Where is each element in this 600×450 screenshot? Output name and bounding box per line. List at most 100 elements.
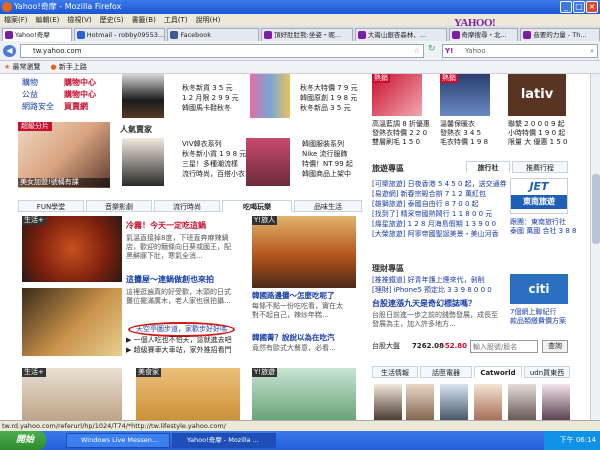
quote-input[interactable] (470, 340, 538, 353)
product-photo[interactable] (474, 384, 502, 424)
shop-text[interactable]: 秋冬大特價 7 9 元 (300, 84, 358, 93)
tab-food[interactable]: 吃喝玩樂 (222, 200, 292, 212)
shop-text[interactable]: 流行時尚，百搭小衣 (182, 170, 245, 179)
minimize-button[interactable]: _ (560, 1, 572, 13)
tab-fashion[interactable]: 流行時尚 (154, 200, 220, 212)
product-photo[interactable] (542, 384, 570, 424)
shop-text[interactable]: 1 2 月限 2 9 9 元 (182, 94, 239, 103)
finance-news[interactable]: [理財] iPhone5 預定比 3 3 9 8 0 0 0 (372, 286, 492, 295)
vertical-scrollbar[interactable] (590, 74, 600, 427)
travel-item[interactable]: [燦星旅遊] 1 2 8 月海島假期 1 3 9 0 0 (372, 220, 496, 229)
tab-yahoo[interactable]: Yahoo!奇摩 (2, 28, 72, 41)
start-button[interactable]: 開始 (0, 431, 46, 450)
circled-link[interactable]: 天空亭圖步道，家歡步好好嗎 (128, 322, 235, 337)
shop-text[interactable]: 韓國原創 1 9 8 元 (300, 94, 357, 103)
tab-music[interactable]: 音樂影劇 (86, 200, 152, 212)
story-photo-street-food[interactable] (252, 216, 356, 288)
product-line[interactable]: 發熱衣 3 4 5 (440, 129, 481, 138)
finance-news[interactable]: [推推鐵道] 好青年護上煙來代，剝削 (372, 276, 485, 285)
travel-item[interactable]: [易遊網] 新春宗殿合辦 7 1 2 萬紅包 (372, 190, 486, 199)
menu-bookmarks[interactable]: 書籤(B) (132, 14, 156, 26)
finance-headline[interactable]: 台股連漲九天是奇幻標誌嗎？ (372, 298, 476, 309)
tab-facebook[interactable]: Facebook (167, 28, 260, 41)
shop-text[interactable]: 三星！多種潮流樣 (182, 160, 238, 169)
tab-fun-school[interactable]: FUN學堂 (18, 200, 84, 212)
taskbar-firefox[interactable]: Yahoo!奇摩 - Mozilla ... (172, 433, 276, 448)
tab-recommended-trip[interactable]: 推薦行程 (512, 161, 568, 173)
lativ-logo[interactable]: lativ (508, 74, 566, 116)
jet-line[interactable]: 跟團：東南旅行社 (510, 218, 566, 227)
reload-icon[interactable]: ↻ (428, 44, 436, 54)
story-photo-hotpot[interactable] (22, 216, 122, 282)
product-line[interactable]: 毛衣特價 1 9 8 (440, 138, 488, 147)
tab-udn-shop[interactable]: udn買東西 (524, 366, 570, 378)
story-title[interactable]: 韓國路邊攤～怎麼吃呢了 (252, 290, 335, 301)
product-photo[interactable] (122, 138, 164, 186)
citi-ad[interactable]: citi (510, 274, 568, 304)
product-line[interactable]: 限量 大 優惠 1 5 0 (508, 138, 568, 147)
shop-text[interactable]: VIV韓衣系列 (182, 140, 222, 149)
left-link-6[interactable]: 買賣網 (64, 100, 88, 113)
story-title[interactable]: 這攤屋～連鍋做創也來拍 (126, 274, 214, 285)
promo-caption[interactable]: 美女加盟!號稱有課 (18, 178, 110, 187)
travel-item[interactable]: [雄獅旅遊] 泰國自由行 8 7 0 0 起 (372, 200, 479, 209)
shop-text[interactable]: 韓國馬卡鞋秋冬 (182, 104, 231, 113)
left-link-3[interactable]: 網路安全 (22, 100, 54, 113)
shop-text[interactable]: 特價！NT 99 起 (302, 160, 353, 169)
menu-history[interactable]: 歷史(S) (100, 14, 124, 26)
menu-help[interactable]: 說明(H) (196, 14, 221, 26)
magnifier-icon[interactable]: ⌕ (590, 45, 594, 57)
product-photo[interactable] (122, 74, 164, 118)
tab-blog-3[interactable]: 音要的力量 - Th... (520, 28, 600, 41)
citi-line[interactable]: 7個網上聯紀行 (510, 308, 556, 317)
shop-text[interactable]: 秋冬新小貨 1 9 8 元 (182, 150, 246, 159)
product-photo[interactable] (250, 74, 290, 118)
star-icon[interactable]: ☆ (414, 45, 420, 57)
quote-button[interactable]: 查詢 (542, 340, 568, 353)
menu-file[interactable]: 檔案(F) (4, 14, 28, 26)
tab-blog-2[interactable]: 大崙山銀杏森林、... (354, 28, 447, 41)
story-title[interactable]: 冷霧！今天一定吃這鍋 (126, 220, 206, 231)
menu-edit[interactable]: 編輯(E) (36, 14, 60, 26)
tab-travel-agency[interactable]: 旅行社 (466, 161, 510, 173)
product-line[interactable]: 發熱衣特價 2 2 0 (372, 129, 427, 138)
citi-line[interactable]: 款品類繳費價方案 (510, 317, 566, 326)
story-photo-tofu[interactable] (22, 288, 122, 356)
shop-text[interactable]: 韓國服裝系列 (302, 140, 344, 149)
menu-tools[interactable]: 工具(T) (164, 14, 188, 26)
shop-text[interactable]: Nike 流行服飾 (302, 150, 348, 159)
maximize-button[interactable]: □ (573, 1, 585, 13)
list-item[interactable]: ▶ 一個人吃也不怕天，這就進去吧 (126, 336, 232, 345)
travel-item[interactable]: [可樂旅遊] 日夜香港 5 4 5 0 起，送交通券 (372, 180, 507, 189)
product-photo[interactable] (440, 384, 468, 424)
tab-hotmail[interactable]: Hotmail - robby09553.... (73, 28, 166, 41)
jet-line[interactable]: 泰國 萬國 合社 3 8 8 0 0 起 (510, 227, 576, 236)
product-line[interactable]: 聯繫 2 0 0 0 9 起 (508, 120, 565, 129)
back-icon[interactable]: ◀ (3, 45, 16, 57)
tab-catworld[interactable]: Catworld (474, 366, 522, 378)
bookmark-getting-started[interactable]: ● 新手上路 (51, 61, 87, 73)
tab-search[interactable]: 奇摩搜尋・北... (448, 28, 519, 41)
bookmark-most-visited[interactable]: ★ 最常瀏覽 (4, 61, 41, 73)
tab-life-info[interactable]: 生活情報 (372, 366, 418, 378)
shop-text[interactable]: 韓國商品上架中 (302, 170, 351, 179)
product-photo[interactable] (406, 384, 434, 424)
product-photo[interactable] (374, 384, 402, 424)
tab-lifestyle[interactable]: 品味生活 (294, 200, 362, 212)
scroll-thumb[interactable] (592, 174, 600, 244)
travel-item[interactable]: [找到了] 精采帝國熱鬧行 1 1 8 0 0 元 (372, 210, 492, 219)
product-line[interactable]: 小時特價 1 9 0 起 (508, 129, 565, 138)
shop-text[interactable]: 秋冬新貨 3 5 元 (182, 84, 233, 93)
taskbar-messenger[interactable]: Windows Live Messen... (66, 433, 170, 448)
product-photo[interactable] (508, 384, 536, 424)
tab-appliances[interactable]: 話匣電器 (420, 366, 472, 378)
travel-item[interactable]: [大榮旅遊] 阿寧帝國聖誕美景・美山河香 (372, 230, 502, 239)
product-line[interactable]: 雙層刷毛 1 5 0 (372, 138, 420, 147)
jet-ad[interactable]: JET 東南旅遊 (510, 178, 568, 214)
product-photo[interactable] (246, 138, 290, 186)
address-bar[interactable]: tw.yahoo.com ☆ (20, 44, 424, 58)
shop-text[interactable]: 秋冬新品 3 5 元 (300, 104, 351, 113)
search-box[interactable]: Y! Yahoo ⌕ (442, 44, 598, 58)
close-button[interactable]: × (586, 1, 598, 13)
product-line[interactable]: 溫馨保暖衣 (440, 120, 475, 129)
